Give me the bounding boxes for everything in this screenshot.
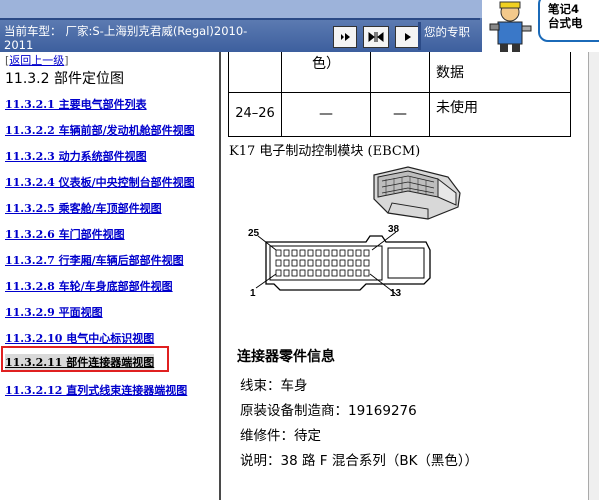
table-cell: 色） <box>281 52 371 93</box>
sync-icon <box>368 31 384 43</box>
play-icon <box>341 33 350 41</box>
play-icon <box>405 33 411 41</box>
toc-sidebar: [返回上一级] 11.3.2 部件定位图 11.3.2.1 主要电气部件列表 1… <box>0 52 220 500</box>
toolbar-separator <box>418 22 421 50</box>
favorites-label[interactable]: 您的专职 <box>424 24 484 40</box>
top-toolbar: 当前车型： 厂家:S-上海别克君威(Regal)2010-2011 您的专职 笔记… <box>0 0 599 52</box>
info-oem-part: 原装设备制造商：19169276 <box>240 403 417 419</box>
info-service-part: 维修件：待定 <box>240 428 321 444</box>
table-row: 24–26 — — 未使用 <box>228 91 571 137</box>
connector-pinout-diagram: 25 38 1 13 <box>248 224 431 299</box>
toc-item[interactable]: 11.3.2.10 电气中心标识视图 <box>5 330 154 346</box>
table-cell: — <box>281 91 371 137</box>
toc-item[interactable]: 11.3.2.12 直列式线束连接器端视图 <box>5 382 187 398</box>
table-cell: 未使用 <box>429 91 571 137</box>
sync-toc-button[interactable] <box>363 26 389 48</box>
promo-speech-bubble: 笔记4 台式电 <box>538 0 599 42</box>
next-page-button[interactable] <box>395 26 419 48</box>
current-model-label: 当前车型： 厂家:S-上海别克君威(Regal)2010-2011 <box>4 24 248 52</box>
table-cell <box>370 52 430 93</box>
mascot-icon <box>486 0 534 52</box>
toc-item[interactable]: 11.3.2.5 乘客舱/车顶部件视图 <box>5 200 162 216</box>
vertical-scrollbar[interactable] <box>588 52 599 500</box>
pin-label-38: 38 <box>388 224 400 235</box>
connector-illustration <box>373 166 461 220</box>
navigation-buttons <box>333 26 419 50</box>
section-title: 11.3.2 部件定位图 <box>5 71 124 87</box>
connector-info-title: 连接器零件信息 <box>237 349 335 365</box>
toc-item[interactable]: 11.3.2.4 仪表板/中央控制台部件视图 <box>5 174 195 190</box>
table-cell: — <box>370 91 430 137</box>
title-strip-border <box>0 18 480 20</box>
info-harness: 线束：车身 <box>240 378 308 394</box>
toc-item[interactable]: 11.3.2.6 车门部件视图 <box>5 226 125 242</box>
back-link[interactable]: [返回上一级] <box>5 52 69 68</box>
info-description: 说明：38 路 F 混合系列（BK（黑色）） <box>240 453 479 469</box>
toc-item[interactable]: 11.3.2.7 行李厢/车辆后部部件视图 <box>5 252 184 268</box>
selection-highlight-box <box>1 346 169 372</box>
module-title: K17 电子制动控制模块 (EBCM) <box>229 144 421 159</box>
table-cell <box>228 52 282 93</box>
table-cell: 数据 <box>429 52 571 93</box>
promo-line-1: 笔记4 <box>548 2 580 16</box>
pin-label-25: 25 <box>248 228 260 239</box>
toc-item[interactable]: 11.3.2.9 平面视图 <box>5 304 103 320</box>
pin-table: 色） 数据 24–26 — — 未使用 <box>228 52 571 137</box>
promo-line-2: 台式电 <box>548 16 583 30</box>
table-row: 色） 数据 <box>228 52 571 93</box>
toc-item[interactable]: 11.3.2.1 主要电气部件列表 <box>5 96 147 112</box>
prev-page-button[interactable] <box>333 26 357 48</box>
promo-banner[interactable]: 笔记4 台式电 <box>482 0 599 52</box>
back-link-label[interactable]: 返回上一级 <box>9 54 64 67</box>
toc-item[interactable]: 11.3.2.2 车辆前部/发动机舱部件视图 <box>5 122 195 138</box>
toc-item[interactable]: 11.3.2.3 动力系统部件视图 <box>5 148 147 164</box>
pin-label-13: 13 <box>390 288 402 299</box>
pane-splitter[interactable] <box>219 52 221 500</box>
pin-label-1: 1 <box>250 288 256 299</box>
toc-item[interactable]: 11.3.2.8 车轮/车身底部部件视图 <box>5 278 173 294</box>
table-cell-pin: 24–26 <box>228 91 282 137</box>
